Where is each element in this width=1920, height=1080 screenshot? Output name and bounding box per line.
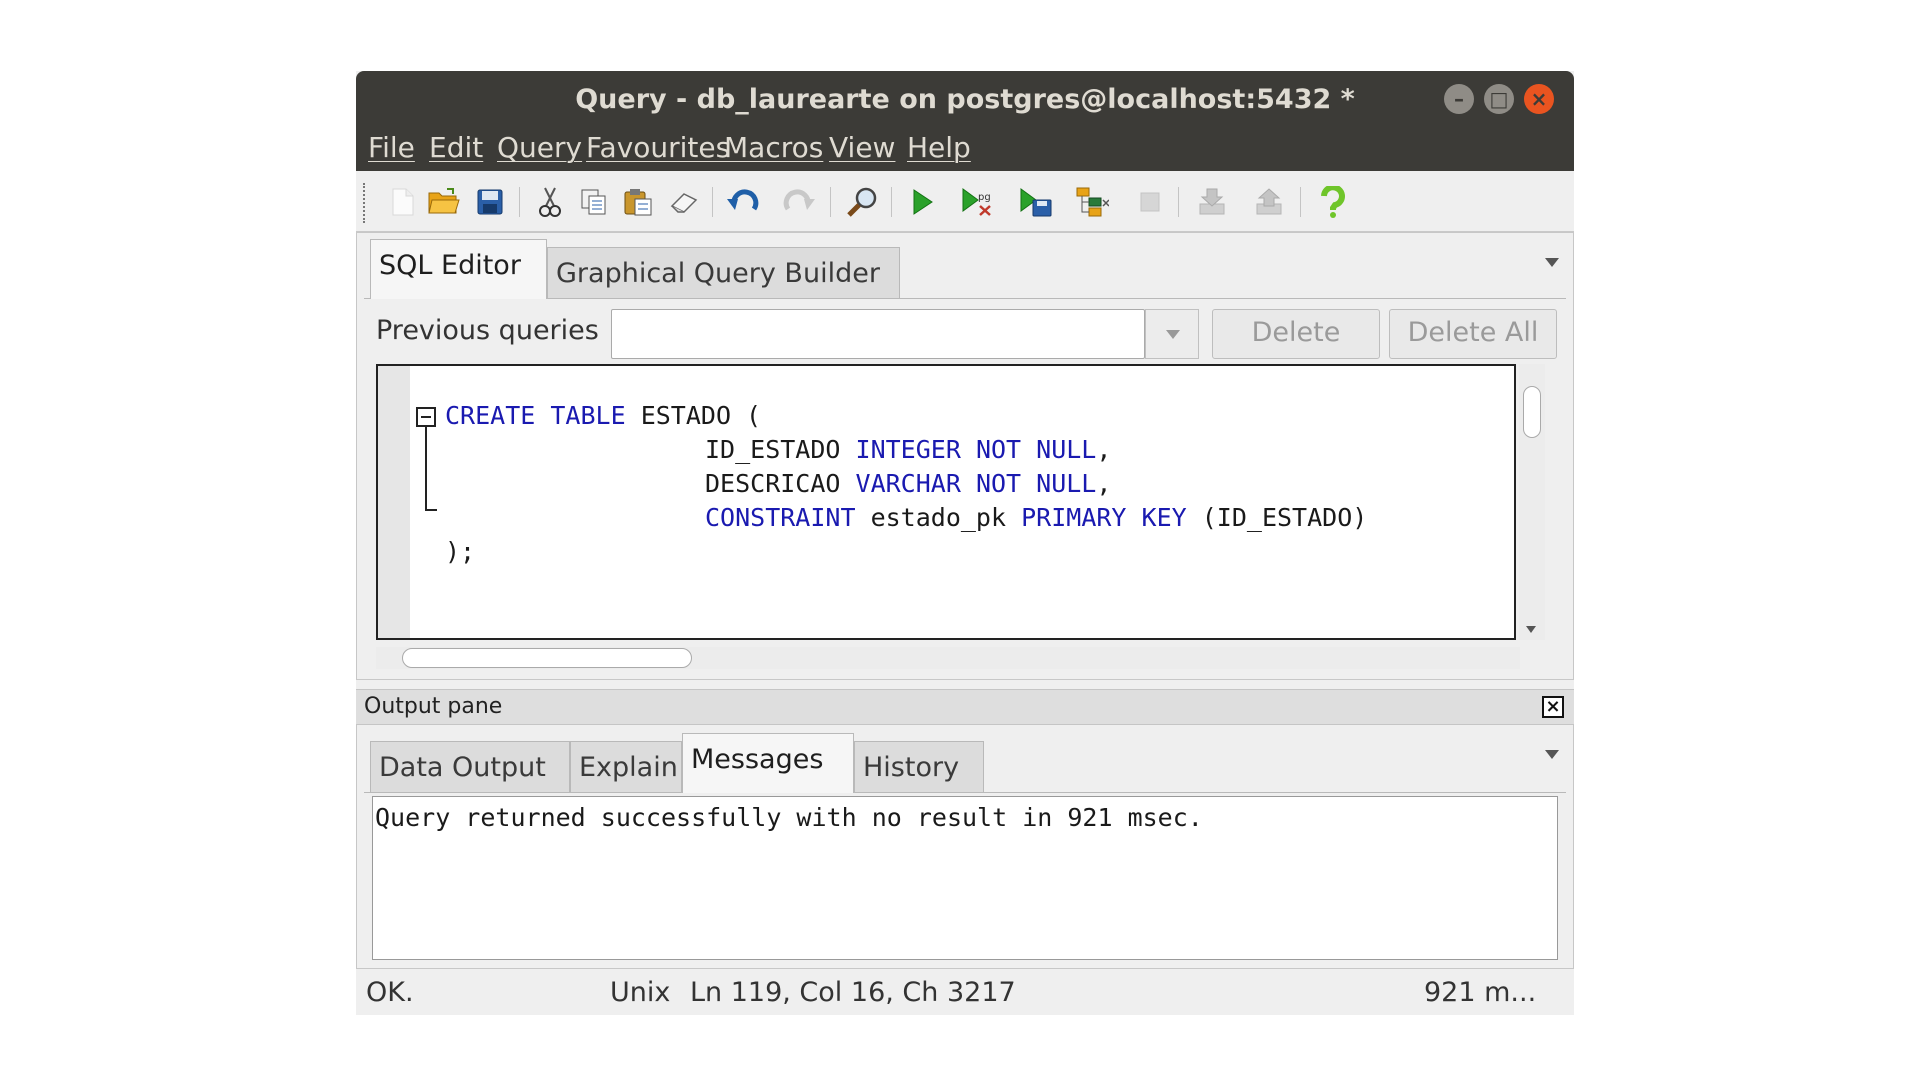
- previous-queries-dropdown[interactable]: [1145, 309, 1199, 359]
- toolbar-separator: [830, 187, 831, 217]
- close-button[interactable]: ×: [1524, 84, 1554, 114]
- save-icon[interactable]: [473, 185, 507, 219]
- toolbar-grip[interactable]: [363, 183, 368, 223]
- cancel-query-icon[interactable]: [1133, 185, 1167, 219]
- column-name: ID_ESTADO: [705, 435, 841, 464]
- editor-vertical-scrollbar[interactable]: [1519, 364, 1545, 640]
- tab-messages[interactable]: Messages: [682, 733, 854, 793]
- toolbar-separator: [891, 187, 892, 217]
- status-bar: OK. Unix Ln 119, Col 16, Ch 3217 921 m..…: [356, 969, 1574, 1015]
- move-down-icon[interactable]: [1195, 185, 1229, 219]
- menu-edit[interactable]: Edit: [429, 131, 483, 164]
- keyword: CREATE: [445, 401, 536, 430]
- previous-queries-label: Previous queries: [376, 315, 599, 346]
- execute-to-file-icon[interactable]: [1018, 185, 1052, 219]
- help-icon[interactable]: [1316, 185, 1350, 219]
- menu-favourites[interactable]: Favourites: [586, 131, 730, 164]
- status-position: Ln 119, Col 16, Ch 3217: [690, 977, 1016, 1008]
- output-tabs-menu-arrow-icon[interactable]: [1545, 750, 1559, 759]
- fold-line: [425, 427, 427, 511]
- menu-help[interactable]: Help: [907, 131, 971, 164]
- code-line-5: );: [445, 537, 476, 566]
- messages-box[interactable]: Query returned successfully with no resu…: [372, 796, 1558, 960]
- fold-toggle-icon[interactable]: [416, 407, 436, 427]
- column-name: DESCRICAO: [705, 469, 841, 498]
- toolbar-separator: [712, 187, 713, 217]
- keyword: PRIMARY KEY: [1021, 503, 1187, 532]
- table-name: ESTADO (: [640, 401, 762, 430]
- query-window: Query - db_laurearte on postgres@localho…: [356, 71, 1574, 1015]
- minimize-button[interactable]: –: [1444, 84, 1474, 114]
- constraint-name: estado_pk: [870, 503, 1007, 532]
- menu-file[interactable]: File: [368, 131, 415, 164]
- toolbar: pg: [356, 171, 1574, 232]
- execute-pgscript-icon[interactable]: pg: [960, 185, 994, 219]
- code-line-2: ID_ESTADO INTEGER NOT NULL,: [705, 435, 1111, 464]
- keyword: NOT NULL: [975, 435, 1097, 464]
- message-text: Query returned successfully with no resu…: [375, 803, 1203, 832]
- vertical-scroll-thumb[interactable]: [1523, 386, 1541, 438]
- tab-graphical-query-builder[interactable]: Graphical Query Builder: [547, 247, 900, 299]
- undo-icon[interactable]: [726, 185, 760, 219]
- punctuation: ,: [1096, 469, 1112, 498]
- svg-text:pg: pg: [978, 192, 991, 203]
- cut-icon[interactable]: [533, 185, 567, 219]
- toolbar-separator: [519, 187, 520, 217]
- chevron-down-icon: [1166, 330, 1180, 339]
- keyword: TABLE: [550, 401, 626, 430]
- tab-baseline: [364, 792, 1566, 793]
- code-line-4: CONSTRAINT estado_pk PRIMARY KEY (ID_EST…: [705, 503, 1367, 532]
- pane-splitter[interactable]: [356, 681, 1574, 689]
- toolbar-separator: [1300, 187, 1301, 217]
- fold-end: [425, 509, 437, 511]
- keyword: INTEGER: [855, 435, 961, 464]
- output-pane-title: Output pane: [364, 694, 503, 719]
- keyword: CONSTRAINT: [705, 503, 856, 532]
- punctuation: ,: [1096, 435, 1112, 464]
- menu-view[interactable]: View: [829, 131, 895, 164]
- execute-icon[interactable]: [905, 185, 939, 219]
- move-up-icon[interactable]: [1252, 185, 1286, 219]
- new-file-icon[interactable]: [386, 185, 420, 219]
- key-columns: (ID_ESTADO): [1201, 503, 1368, 532]
- menu-query[interactable]: Query: [497, 131, 582, 164]
- clear-icon[interactable]: [667, 185, 701, 219]
- tab-data-output[interactable]: Data Output: [370, 741, 570, 793]
- delete-all-button[interactable]: Delete All: [1389, 309, 1557, 359]
- tab-history[interactable]: History: [854, 741, 984, 793]
- keyword: VARCHAR: [855, 469, 961, 498]
- title-bar[interactable]: Query - db_laurearte on postgres@localho…: [356, 71, 1574, 125]
- delete-button[interactable]: Delete: [1212, 309, 1380, 359]
- find-icon[interactable]: [846, 185, 880, 219]
- tabs-menu-arrow-icon[interactable]: [1545, 258, 1559, 267]
- horizontal-scroll-thumb[interactable]: [402, 648, 692, 668]
- editor-gutter: [378, 366, 410, 638]
- paste-icon[interactable]: [621, 185, 655, 219]
- close-pane-icon[interactable]: ×: [1542, 696, 1564, 718]
- output-pane-header: Output pane ×: [356, 689, 1574, 725]
- status-time: 921 m...: [1424, 977, 1537, 1008]
- copy-icon[interactable]: [577, 185, 611, 219]
- code-line-1: CREATE TABLE ESTADO (: [445, 401, 761, 430]
- redo-icon[interactable]: [782, 185, 816, 219]
- sql-editor[interactable]: CREATE TABLE ESTADO ( ID_ESTADO INTEGER …: [376, 364, 1516, 640]
- maximize-button[interactable]: □: [1484, 84, 1514, 114]
- explain-icon[interactable]: [1075, 185, 1109, 219]
- menu-macros[interactable]: Macros: [724, 131, 823, 164]
- code-line-3: DESCRICAO VARCHAR NOT NULL,: [705, 469, 1111, 498]
- toolbar-separator: [1178, 187, 1179, 217]
- window-title: Query - db_laurearte on postgres@localho…: [575, 84, 1355, 115]
- open-folder-icon[interactable]: [427, 185, 461, 219]
- editor-horizontal-scrollbar[interactable]: [376, 647, 1520, 669]
- scroll-down-arrow-icon[interactable]: [1526, 626, 1536, 633]
- status-state: OK.: [366, 977, 414, 1008]
- previous-queries-select[interactable]: [611, 309, 1145, 359]
- status-line-ending: Unix: [610, 977, 671, 1008]
- keyword: NOT NULL: [975, 469, 1097, 498]
- tab-explain[interactable]: Explain: [570, 741, 682, 793]
- menu-bar: File Edit Query Favourites Macros View H…: [356, 125, 1574, 171]
- tab-sql-editor[interactable]: SQL Editor: [370, 239, 547, 299]
